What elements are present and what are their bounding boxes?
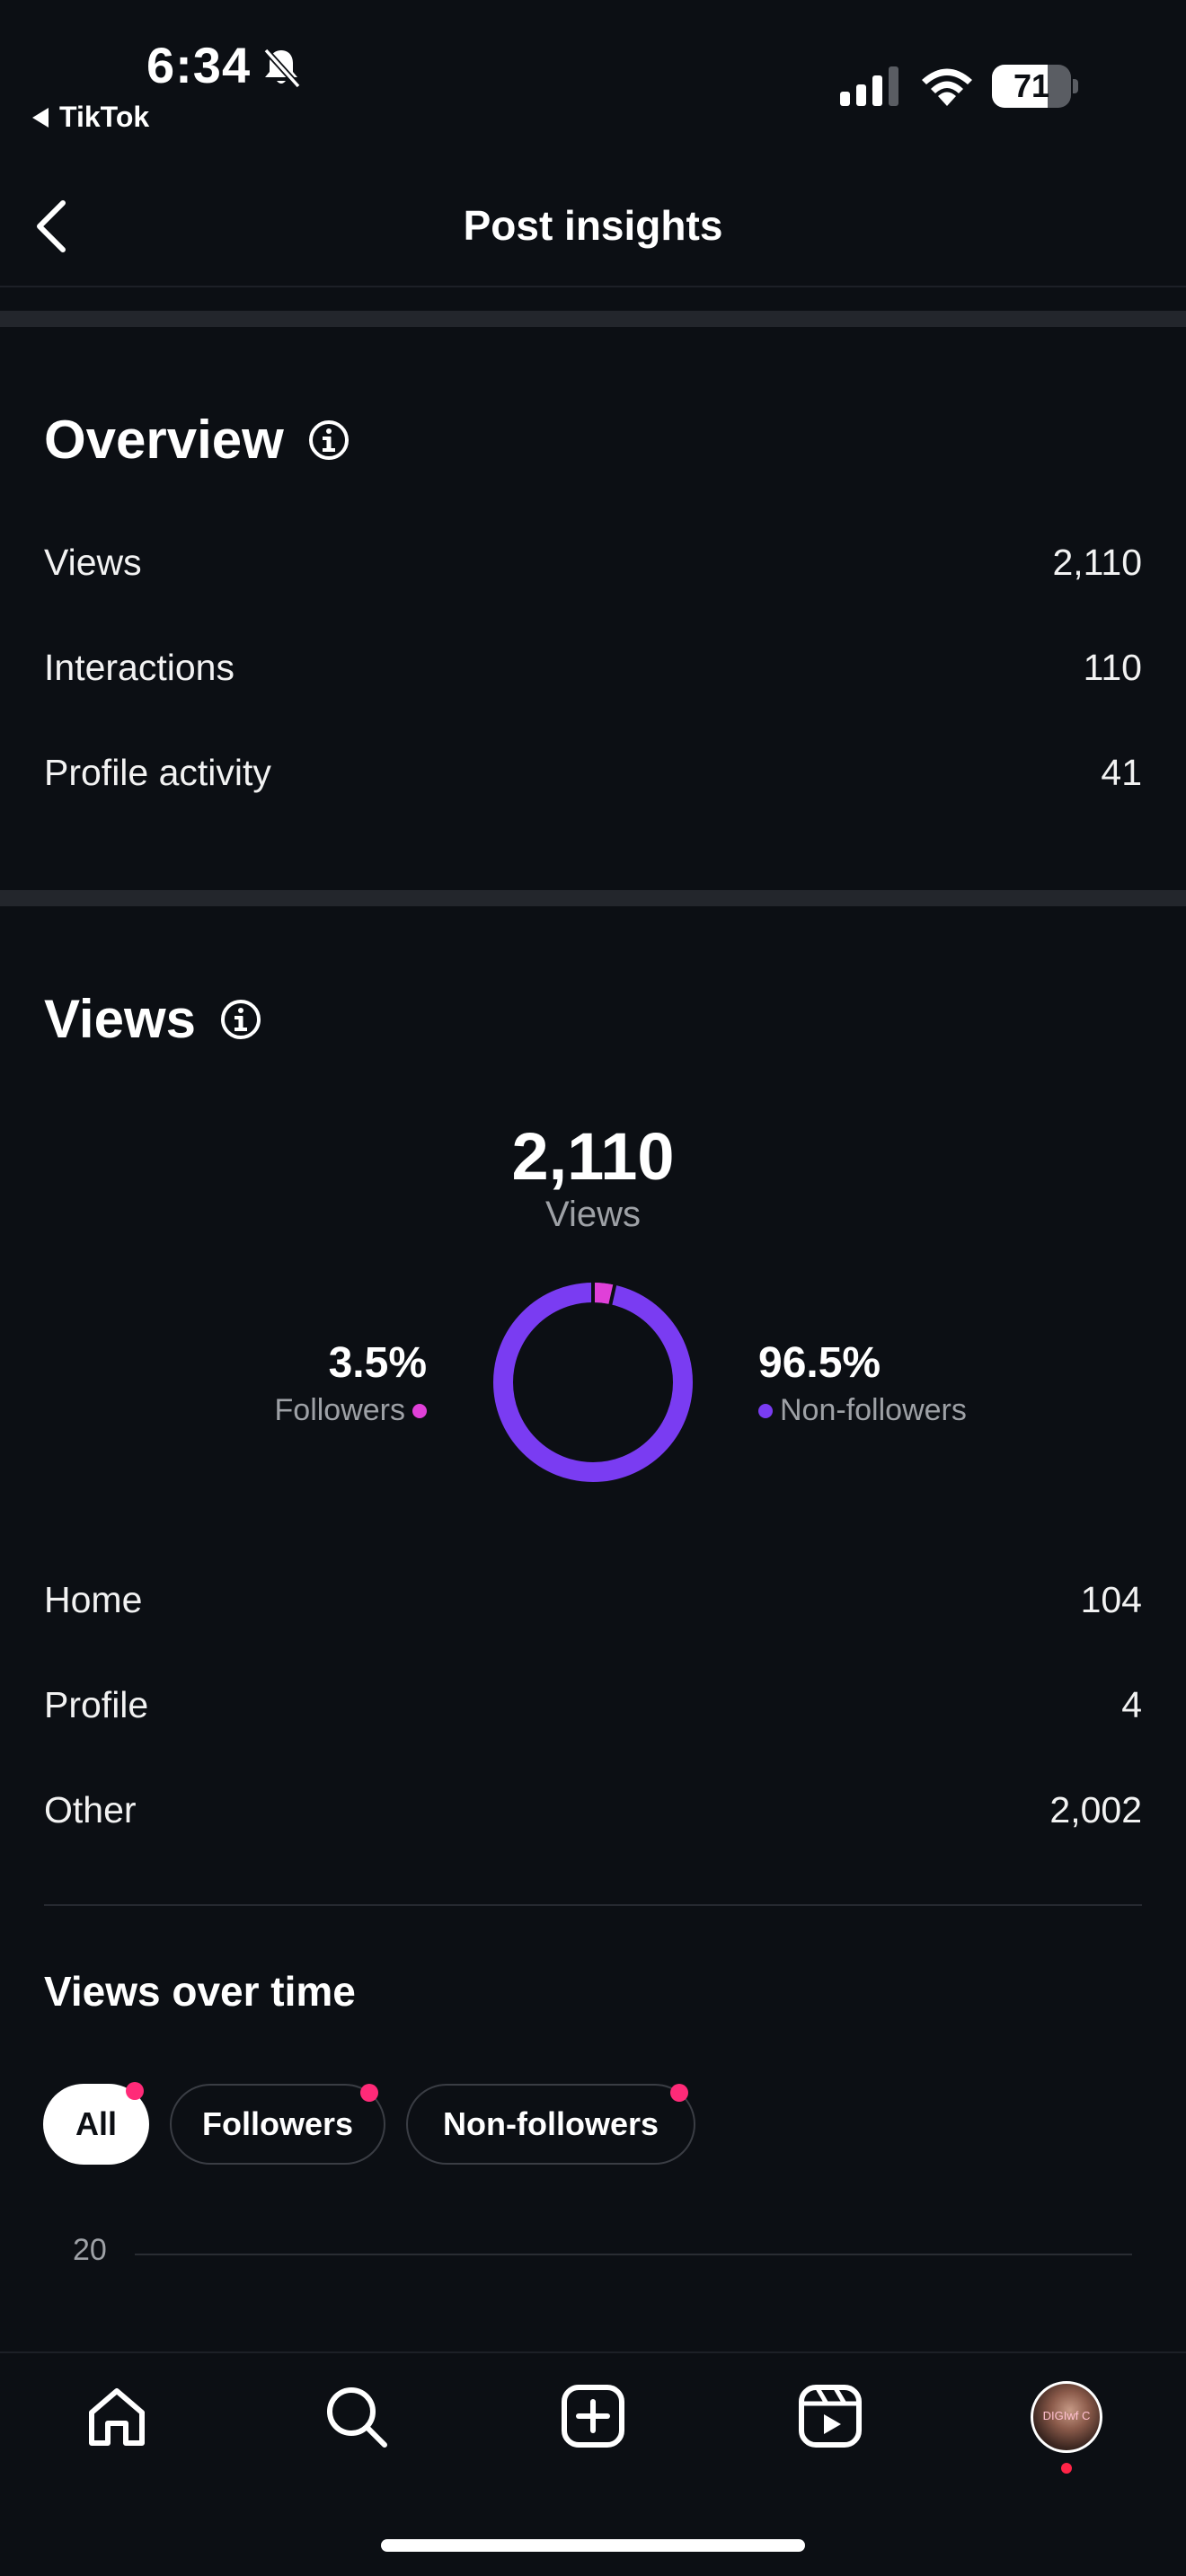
- section-divider: [0, 311, 1186, 327]
- row-label: Profile activity: [44, 752, 271, 793]
- new-indicator-dot: [670, 2084, 688, 2102]
- header-divider: [0, 286, 1186, 287]
- profile-notification-dot: [1061, 2463, 1072, 2474]
- y-axis-tick: 20: [73, 2233, 107, 2267]
- overview-row-views[interactable]: Views 2,110: [44, 542, 1142, 584]
- home-icon[interactable]: [83, 2382, 151, 2450]
- row-label: Home: [44, 1579, 143, 1620]
- followers-dot: [412, 1403, 427, 1418]
- non-followers-label: Non-followers: [780, 1393, 967, 1427]
- filter-non-followers-button[interactable]: Non-followers: [406, 2084, 695, 2165]
- views-heading: Views: [44, 988, 262, 1050]
- row-label: Other: [44, 1789, 137, 1831]
- non-followers-legend: Non-followers: [758, 1393, 967, 1428]
- followers-percent: 3.5%: [328, 1339, 427, 1387]
- row-value: 2,002: [1049, 1789, 1142, 1831]
- views-over-time-title: Views over time: [44, 1968, 356, 2015]
- wifi-icon: [922, 68, 972, 106]
- filter-all-button[interactable]: All: [43, 2082, 149, 2165]
- followers-legend: Followers: [275, 1393, 427, 1428]
- donut-segment-followers: [592, 1283, 615, 1305]
- row-value: 4: [1121, 1684, 1142, 1725]
- views-total-label: Views: [545, 1195, 641, 1234]
- views-source-profile[interactable]: Profile 4: [44, 1684, 1142, 1726]
- non-followers-percent: 96.5%: [758, 1339, 881, 1387]
- filter-followers-button[interactable]: Followers: [170, 2084, 385, 2165]
- overview-row-profile-activity[interactable]: Profile activity 41: [44, 752, 1142, 794]
- filter-label: All: [75, 2105, 117, 2142]
- filter-label: Non-followers: [443, 2105, 659, 2142]
- row-label: Profile: [44, 1684, 149, 1725]
- overview-title: Overview: [44, 410, 284, 470]
- row-label: Interactions: [44, 647, 235, 688]
- followers-stat: 3.5% Followers: [275, 1338, 427, 1428]
- donut-track: [493, 1283, 693, 1482]
- bell-muted-icon: [263, 48, 301, 89]
- views-title: Views: [44, 989, 197, 1049]
- row-label: Views: [44, 542, 142, 583]
- home-indicator[interactable]: [381, 2539, 805, 2552]
- back-to-app-link[interactable]: TikTok: [32, 101, 149, 134]
- section-rule: [44, 1904, 1142, 1906]
- row-value: 104: [1080, 1579, 1142, 1620]
- row-value: 2,110: [1052, 542, 1142, 583]
- profile-avatar[interactable]: DIGIwf C: [1031, 2381, 1102, 2453]
- section-divider: [0, 890, 1186, 906]
- avatar-text: DIGIwf C: [1042, 2409, 1091, 2422]
- views-source-home[interactable]: Home 104: [44, 1579, 1142, 1621]
- row-value: 110: [1083, 647, 1142, 688]
- non-followers-stat: 96.5% Non-followers: [758, 1338, 967, 1428]
- create-icon[interactable]: [559, 2382, 627, 2450]
- reels-icon[interactable]: [796, 2382, 864, 2450]
- status-time: 6:34: [146, 37, 252, 93]
- info-icon[interactable]: [219, 998, 262, 1041]
- info-icon[interactable]: [307, 419, 350, 462]
- non-followers-dot: [758, 1403, 773, 1418]
- back-triangle-icon: [32, 107, 49, 128]
- battery-cap: [1073, 79, 1078, 93]
- battery-percent: 71: [1013, 67, 1050, 104]
- views-total: 2,110: [511, 1119, 675, 1194]
- search-icon[interactable]: [322, 2382, 390, 2450]
- filter-label: Followers: [201, 2105, 354, 2142]
- views-source-other[interactable]: Other 2,002: [44, 1789, 1142, 1831]
- back-app-label: TikTok: [59, 101, 150, 133]
- page-title: Post insights: [463, 202, 723, 249]
- battery-indicator: 71: [992, 65, 1078, 108]
- new-indicator-dot: [360, 2084, 378, 2102]
- chart-gridline: [135, 2254, 1132, 2255]
- overview-heading: Overview: [44, 409, 350, 471]
- overview-row-interactions[interactable]: Interactions 110: [44, 647, 1142, 689]
- views-donut-chart: [493, 1282, 693, 1482]
- row-value: 41: [1101, 752, 1142, 793]
- new-indicator-dot: [126, 2082, 144, 2100]
- followers-label: Followers: [274, 1393, 405, 1427]
- screen: 6:34 TikTok 71 Post insights Overview Vi…: [0, 0, 1186, 2576]
- cellular-signal-icon: [840, 66, 898, 106]
